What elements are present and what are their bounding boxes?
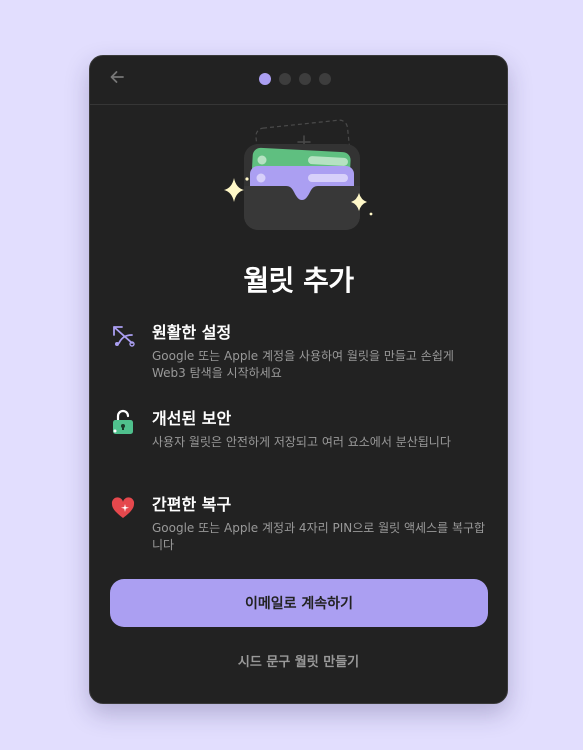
back-button[interactable] bbox=[106, 68, 128, 90]
arrow-left-icon bbox=[109, 69, 125, 89]
heart-icon bbox=[110, 495, 136, 521]
feature-title: 원활한 설정 bbox=[152, 323, 232, 342]
lock-icon bbox=[110, 409, 136, 435]
step-dot-1 bbox=[259, 73, 271, 85]
add-wallet-modal: 월릿 추가 원활한 설정 Google 또는 Apple 계정을 사용하여 월릿… bbox=[89, 55, 508, 704]
page-title: 월릿 추가 bbox=[243, 264, 354, 297]
feature-description: Google 또는 Apple 계정과 4자리 PIN으로 월릿 액세스를 복구… bbox=[152, 521, 486, 552]
step-dot-4 bbox=[319, 73, 331, 85]
step-indicator bbox=[259, 73, 331, 85]
create-seed-phrase-wallet-link[interactable]: 시드 문구 월릿 만들기 bbox=[90, 651, 507, 670]
wallet-add-icon bbox=[220, 116, 380, 236]
step-dot-3 bbox=[299, 73, 311, 85]
feature-title: 간편한 복구 bbox=[152, 495, 232, 514]
setup-icon bbox=[110, 323, 136, 349]
step-dot-2 bbox=[279, 73, 291, 85]
modal-header bbox=[90, 56, 507, 105]
feature-description: Google 또는 Apple 계정을 사용하여 월릿을 만들고 손쉽게 Web… bbox=[152, 349, 454, 380]
feature-title: 개선된 보안 bbox=[152, 409, 232, 428]
continue-with-email-button[interactable]: 이메일로 계속하기 bbox=[110, 579, 488, 627]
feature-description: 사용자 월릿은 안전하게 저장되고 여러 요소에서 분산됩니다 bbox=[152, 435, 451, 449]
